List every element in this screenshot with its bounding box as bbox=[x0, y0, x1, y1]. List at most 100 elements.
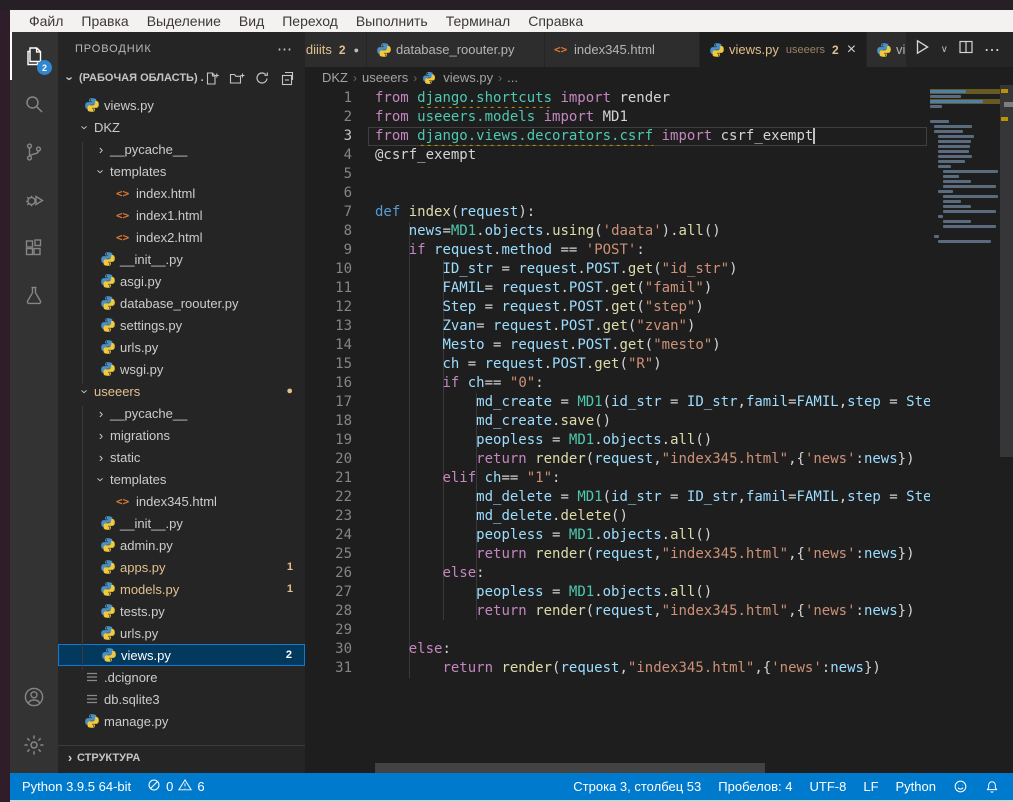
horizontal-scrollbar[interactable] bbox=[375, 763, 765, 773]
code-line-19[interactable]: peopless = MD1.objects.all() bbox=[305, 431, 930, 450]
tab-database-roouter-py[interactable]: database_roouter.py bbox=[367, 32, 545, 67]
tree-item-views-py[interactable]: views.py bbox=[58, 94, 305, 116]
tree-item-pycache[interactable]: ›__pycache__ bbox=[58, 138, 305, 160]
code-line-16[interactable]: if ch== "0": bbox=[305, 374, 930, 393]
tree-item-init-py[interactable]: __init__.py bbox=[58, 248, 305, 270]
notifications-bell-icon[interactable] bbox=[985, 780, 999, 794]
activity-testing-icon[interactable] bbox=[10, 272, 58, 320]
activity-source-control-icon[interactable] bbox=[10, 128, 58, 176]
code-line-8[interactable]: news=MD1.objects.using('daata').all() bbox=[305, 222, 930, 241]
tree-item-migrations[interactable]: ›migrations bbox=[58, 424, 305, 446]
code-line-17[interactable]: md_create = MD1(id_str = ID_str,famil=FA… bbox=[305, 393, 930, 412]
close-icon[interactable]: × bbox=[847, 42, 856, 58]
code-line-25[interactable]: return render(request,"index345.html",{'… bbox=[305, 545, 930, 564]
activity-search-icon[interactable] bbox=[10, 80, 58, 128]
encoding[interactable]: UTF-8 bbox=[810, 779, 847, 794]
tree-item-admin-py[interactable]: admin.py bbox=[58, 534, 305, 556]
code-line-13[interactable]: Zvan= request.POST.get("zvan") bbox=[305, 317, 930, 336]
tab-views-py[interactable]: views.pyuseeers2× bbox=[700, 32, 867, 67]
menu-item-файл[interactable]: Файл bbox=[20, 13, 72, 29]
code-area[interactable]: 1from django.shortcuts import render2fro… bbox=[305, 88, 930, 773]
workspace-section-header[interactable]: › (РАБОЧАЯ ОБЛАСТЬ) ... bbox=[58, 66, 305, 90]
code-line-20[interactable]: return render(request,"index345.html",{'… bbox=[305, 450, 930, 469]
tree-item-index1-html[interactable]: <>index1.html bbox=[58, 204, 305, 226]
feedback-icon[interactable] bbox=[953, 779, 968, 794]
refresh-icon[interactable] bbox=[254, 70, 270, 86]
code-line-26[interactable]: else: bbox=[305, 564, 930, 583]
tree-item-dkz[interactable]: ›DKZ bbox=[58, 116, 305, 138]
code-line-18[interactable]: md_create.save() bbox=[305, 412, 930, 431]
code-line-29[interactable] bbox=[305, 621, 930, 640]
tree-item-pycache[interactable]: ›__pycache__ bbox=[58, 402, 305, 424]
breadcrumb-[interactable]: ... bbox=[507, 70, 518, 85]
activity-settings-icon[interactable] bbox=[10, 721, 58, 769]
code-line-21[interactable]: elif ch== "1": bbox=[305, 469, 930, 488]
vertical-scrollbar[interactable] bbox=[1000, 85, 1013, 457]
code-line-10[interactable]: ID_str = request.POST.get("id_str") bbox=[305, 260, 930, 279]
tab-vie[interactable]: vie bbox=[867, 32, 907, 67]
activity-explorer-icon[interactable]: 2 bbox=[10, 32, 58, 80]
tree-item-dcignore[interactable]: .dcignore bbox=[58, 666, 305, 688]
code-line-1[interactable]: from django.shortcuts import render bbox=[305, 89, 930, 108]
tree-item-urls-py[interactable]: urls.py bbox=[58, 622, 305, 644]
new-file-icon[interactable] bbox=[204, 70, 220, 86]
tree-item-wsgi-py[interactable]: wsgi.py bbox=[58, 358, 305, 380]
tree-item-urls-py[interactable]: urls.py bbox=[58, 336, 305, 358]
code-line-15[interactable]: ch = request.POST.get("R") bbox=[305, 355, 930, 374]
tree-item-templates[interactable]: ›templates bbox=[58, 468, 305, 490]
new-folder-icon[interactable] bbox=[229, 70, 245, 86]
code-line-31[interactable]: return render(request,"index345.html",{'… bbox=[305, 659, 930, 678]
tree-item-settings-py[interactable]: settings.py bbox=[58, 314, 305, 336]
breadcrumb-views-py[interactable]: views.py bbox=[422, 70, 493, 85]
code-line-4[interactable]: @csrf_exempt bbox=[305, 146, 930, 165]
language-mode[interactable]: Python bbox=[896, 779, 936, 794]
breadcrumb-useeers[interactable]: useeers bbox=[362, 70, 408, 85]
activity-extensions-icon[interactable] bbox=[10, 224, 58, 272]
code-line-28[interactable]: return render(request,"index345.html",{'… bbox=[305, 602, 930, 621]
code-line-23[interactable]: md_delete.delete() bbox=[305, 507, 930, 526]
tree-item-init-py[interactable]: __init__.py bbox=[58, 512, 305, 534]
tab-index345-html[interactable]: <>index345.html bbox=[545, 32, 700, 67]
collapse-all-icon[interactable] bbox=[279, 70, 295, 86]
menu-item-терминал[interactable]: Терминал bbox=[437, 13, 519, 29]
cursor-position[interactable]: Строка 3, столбец 53 bbox=[573, 779, 701, 794]
code-line-6[interactable] bbox=[305, 184, 930, 203]
python-interpreter[interactable]: Python 3.9.5 64-bit bbox=[22, 779, 131, 794]
minimap[interactable] bbox=[930, 89, 1000, 269]
tree-item-index-html[interactable]: <>index.html bbox=[58, 182, 305, 204]
tree-item-tests-py[interactable]: tests.py bbox=[58, 600, 305, 622]
code-line-22[interactable]: md_delete = MD1(id_str = ID_str,famil=FA… bbox=[305, 488, 930, 507]
tree-item-models-py[interactable]: models.py1 bbox=[58, 578, 305, 600]
code-line-3[interactable]: from django.views.decorators.csrf import… bbox=[305, 127, 930, 146]
menu-item-выделение[interactable]: Выделение bbox=[138, 13, 230, 29]
indentation[interactable]: Пробелов: 4 bbox=[718, 779, 792, 794]
tree-item-apps-py[interactable]: apps.py1 bbox=[58, 556, 305, 578]
outline-section-header[interactable]: › СТРУКТУРА bbox=[58, 745, 305, 769]
code-line-11[interactable]: FAMIL= request.POST.get("famil") bbox=[305, 279, 930, 298]
tree-item-useeers[interactable]: ›useeers● bbox=[58, 380, 305, 402]
tree-item-templates[interactable]: ›templates bbox=[58, 160, 305, 182]
code-line-9[interactable]: if request.method == 'POST': bbox=[305, 241, 930, 260]
code-line-7[interactable]: def index(request): bbox=[305, 203, 930, 222]
code-line-5[interactable] bbox=[305, 165, 930, 184]
breadcrumb-dkz[interactable]: DKZ bbox=[322, 70, 348, 85]
activity-run-debug-icon[interactable] bbox=[10, 176, 58, 224]
run-python-file-icon[interactable] bbox=[913, 38, 931, 61]
tree-item-index345-html[interactable]: <>index345.html bbox=[58, 490, 305, 512]
tree-item-index2-html[interactable]: <>index2.html bbox=[58, 226, 305, 248]
menu-item-выполнить[interactable]: Выполнить bbox=[347, 13, 437, 29]
menu-item-справка[interactable]: Справка bbox=[519, 13, 592, 29]
tree-item-asgi-py[interactable]: asgi.py bbox=[58, 270, 305, 292]
tree-item-views-py[interactable]: views.py2 bbox=[58, 644, 305, 666]
code-line-30[interactable]: else: bbox=[305, 640, 930, 659]
menu-item-вид[interactable]: Вид bbox=[230, 13, 273, 29]
run-dropdown-chevron-icon[interactable]: ∨ bbox=[941, 44, 948, 55]
menu-item-правка[interactable]: Правка bbox=[72, 13, 137, 29]
tree-item-manage-py[interactable]: manage.py bbox=[58, 710, 305, 732]
tree-item-database-roouter-py[interactable]: database_roouter.py bbox=[58, 292, 305, 314]
problems-summary[interactable]: 06 bbox=[147, 778, 204, 795]
tree-item-db-sqlite3[interactable]: db.sqlite3 bbox=[58, 688, 305, 710]
code-line-14[interactable]: Mesto = request.POST.get("mesto") bbox=[305, 336, 930, 355]
tab-diiits[interactable]: diiits2● bbox=[305, 32, 367, 67]
more-actions-icon[interactable]: ⋯ bbox=[984, 40, 1001, 60]
